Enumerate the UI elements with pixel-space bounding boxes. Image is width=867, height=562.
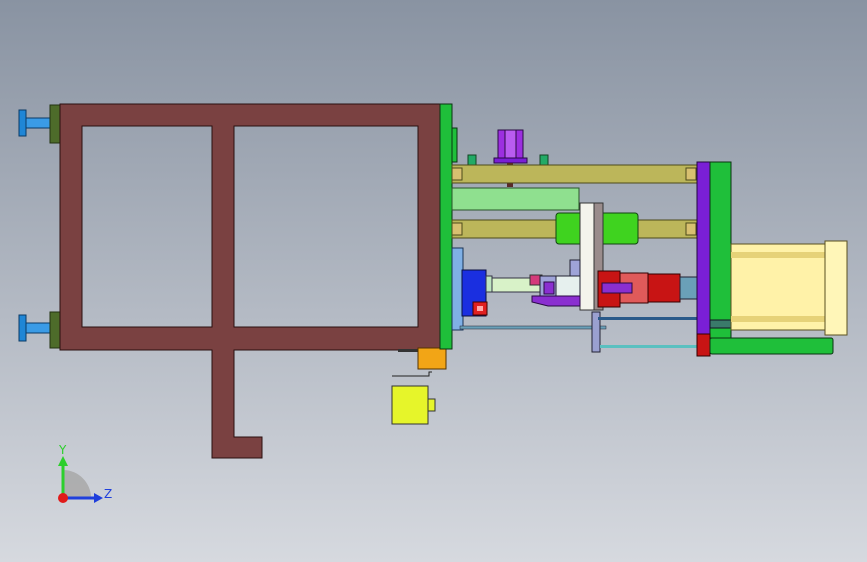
graphics-viewport[interactable]: Y Z bbox=[0, 0, 867, 562]
cad-model-view[interactable]: Y Z bbox=[0, 0, 867, 562]
triad-origin bbox=[58, 493, 68, 503]
red-block[interactable] bbox=[472, 301, 488, 316]
sensor-bracket[interactable] bbox=[391, 347, 447, 425]
triad-z-arrowhead bbox=[94, 493, 103, 503]
bottom-rails[interactable] bbox=[459, 311, 698, 353]
triad-y-arrowhead bbox=[58, 456, 68, 466]
triad-z-label: Z bbox=[104, 487, 112, 501]
bottom-green-bar[interactable] bbox=[709, 337, 834, 355]
light-green-guide-bar[interactable] bbox=[451, 187, 580, 211]
main-hydraulic-cylinder[interactable] bbox=[730, 240, 848, 336]
coordinate-triad: Y Z bbox=[58, 443, 112, 503]
main-frame[interactable] bbox=[59, 103, 441, 459]
moving-platen[interactable] bbox=[696, 161, 735, 357]
triad-y-label: Y bbox=[58, 443, 67, 457]
tie-rod-upper[interactable] bbox=[451, 164, 699, 184]
red-cylinder[interactable] bbox=[597, 270, 699, 308]
